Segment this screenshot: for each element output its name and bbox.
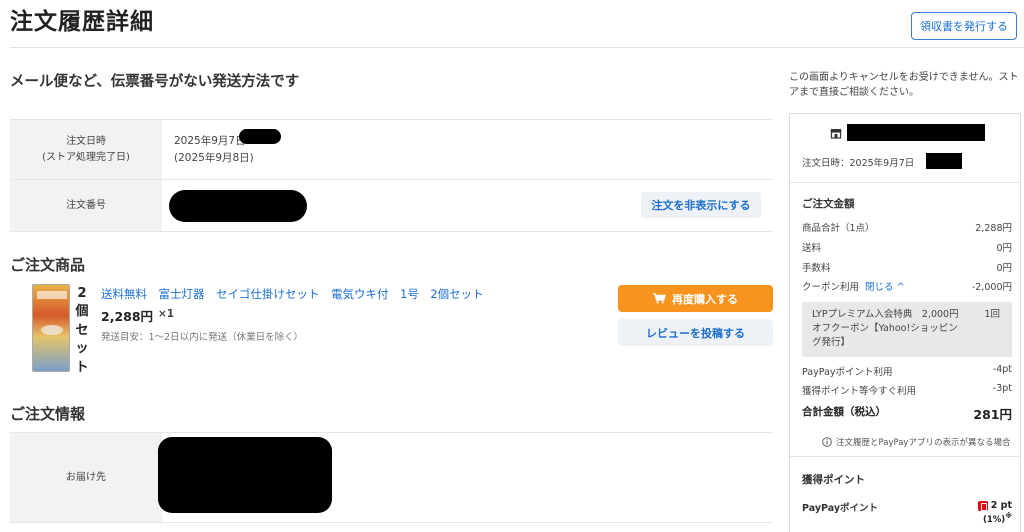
page-title: 注文履歴詳細 xyxy=(10,9,154,35)
chevron-up-icon: ^ xyxy=(896,282,905,293)
order-info-section-title: ご注文情報 xyxy=(10,405,86,423)
product-quantity: ×1 xyxy=(158,308,175,320)
order-processed-date: (2025年9月8日) xyxy=(174,151,254,164)
order-date-value: 2025年9月7日 (2025年9月8日) xyxy=(162,120,773,179)
points-divider xyxy=(790,456,1020,457)
paypay-use-label: PayPayポイント利用 xyxy=(802,367,893,378)
shipping-fee-value: 0円 xyxy=(996,243,1012,254)
order-info-table: 注文日時 (ストア処理完了日) 2025年9月7日 (2025年9月8日) 注文… xyxy=(10,119,773,232)
delivery-table: お届け先 xyxy=(10,432,773,532)
earned-use-label: 獲得ポイント等今すぐ利用 xyxy=(802,386,917,397)
order-date-row: 注文日時 (ストア処理完了日) 2025年9月7日 (2025年9月8日) xyxy=(10,120,773,180)
rebuy-button-label: 再度購入する xyxy=(672,292,738,306)
write-review-button[interactable]: レビューを投稿する xyxy=(618,319,773,346)
earned-use-value: -3pt xyxy=(992,383,1012,394)
order-date-label: 注文日時 (ストア処理完了日) xyxy=(10,120,162,179)
product-price: 2,288円 xyxy=(101,309,154,324)
coupon-label: クーポン利用 xyxy=(802,282,860,293)
coupon-value: -2,000円 xyxy=(971,282,1012,293)
coupon-collapse-link[interactable]: 閉じる ^ xyxy=(865,282,905,293)
shipping-fee-row: 送料 0円 xyxy=(802,240,1012,254)
paypay-points-value: 2 pt xyxy=(990,500,1012,511)
paypay-points-footnote-mark: ※ xyxy=(1005,512,1012,521)
coupon-detail: LYPプレミアム入会特典 2,000円オフクーポン【Yahoo!ショッピング発行… xyxy=(812,309,959,348)
redacted-summary-time xyxy=(926,153,962,169)
subtotal-value: 2,288円 xyxy=(975,223,1012,234)
shipping-fee-label: 送料 xyxy=(802,243,822,254)
coupon-row: クーポン利用 閉じる ^ -2,000円 xyxy=(802,279,1012,293)
set-count-label: 2個セット xyxy=(75,286,89,375)
redacted-order-time xyxy=(239,129,281,144)
display-difference-note[interactable]: 注文履歴とPayPayアプリの表示が異なる場合 xyxy=(822,436,1010,448)
paypay-points-value-block: 2 pt (1%)※ xyxy=(977,500,1012,526)
header-divider xyxy=(10,47,1024,48)
product-name-link[interactable]: 送料無料 富士灯器 セイゴ仕掛けセット 電気ウキ付 1号 2個セット xyxy=(101,286,484,302)
paypay-points-label: PayPayポイント xyxy=(802,503,879,514)
paypay-use-value: -4pt xyxy=(992,364,1012,375)
redacted-order-number xyxy=(169,190,307,222)
order-number-value: 注文を非表示にする xyxy=(162,180,773,231)
order-summary-panel: 注文日時：2025年9月7日 ご注文金額 商品合計（1点） 2,288円 送料 … xyxy=(789,113,1021,532)
delivery-row: お届け先 xyxy=(10,433,773,523)
issue-receipt-button[interactable]: 領収書を発行する xyxy=(911,12,1017,40)
product-image-label xyxy=(37,291,67,299)
summary-divider xyxy=(790,182,1020,183)
order-number-label: 注文番号 xyxy=(10,180,162,231)
rebuy-button[interactable]: 再度購入する xyxy=(618,285,773,312)
subtotal-label: 商品合計（1点） xyxy=(802,223,875,234)
product-image-fish xyxy=(41,325,63,335)
order-number-row: 注文番号 注文を非表示にする xyxy=(10,180,773,232)
handling-fee-row: 手数料 0円 xyxy=(802,260,1012,274)
handling-fee-label: 手数料 xyxy=(802,263,831,274)
delivery-label: お届け先 xyxy=(10,433,162,522)
total-value: 281円 xyxy=(973,407,1012,422)
total-label: 合計金額（税込） xyxy=(802,406,886,418)
cart-icon xyxy=(653,293,666,304)
earned-use-row: 獲得ポイント等今すぐ利用 -3pt xyxy=(802,383,1012,397)
shipping-estimate: 発送目安：1〜2日以内に発送（休業日を除く） xyxy=(101,332,304,343)
products-section-title: ご注文商品 xyxy=(10,256,86,274)
points-title: 獲得ポイント xyxy=(802,474,865,486)
shipping-method-message: メール便など、伝票番号がない発送方法です xyxy=(10,74,300,90)
display-difference-note-text: 注文履歴とPayPayアプリの表示が異なる場合 xyxy=(836,438,1011,448)
coupon-detail-box: LYPプレミアム入会特典 2,000円オフクーポン【Yahoo!ショッピング発行… xyxy=(802,302,1012,357)
product-thumbnail[interactable] xyxy=(32,284,70,372)
cancel-note: この画面よりキャンセルをお受けできません。ストアまで直接ご相談ください。 xyxy=(789,72,1019,98)
delivery-value xyxy=(158,433,773,522)
paypay-points-rate: (1%) xyxy=(982,515,1006,526)
paypay-use-row: PayPayポイント利用 -4pt xyxy=(802,364,1012,378)
redacted-store-name xyxy=(847,124,985,141)
info-icon xyxy=(822,437,832,447)
coupon-usage-count: 1回 xyxy=(984,309,1000,320)
total-row: 合計金額（税込） 281円 xyxy=(802,404,1012,423)
handling-fee-value: 0円 xyxy=(996,263,1012,274)
redacted-delivery-address xyxy=(158,437,332,513)
hide-order-button[interactable]: 注文を非表示にする xyxy=(641,192,761,218)
subtotal-row: 商品合計（1点） 2,288円 xyxy=(802,220,1012,234)
store-icon xyxy=(830,129,842,139)
amount-title: ご注文金額 xyxy=(802,198,855,210)
summary-order-date: 注文日時：2025年9月7日 xyxy=(802,158,915,169)
paypay-icon xyxy=(977,500,988,511)
